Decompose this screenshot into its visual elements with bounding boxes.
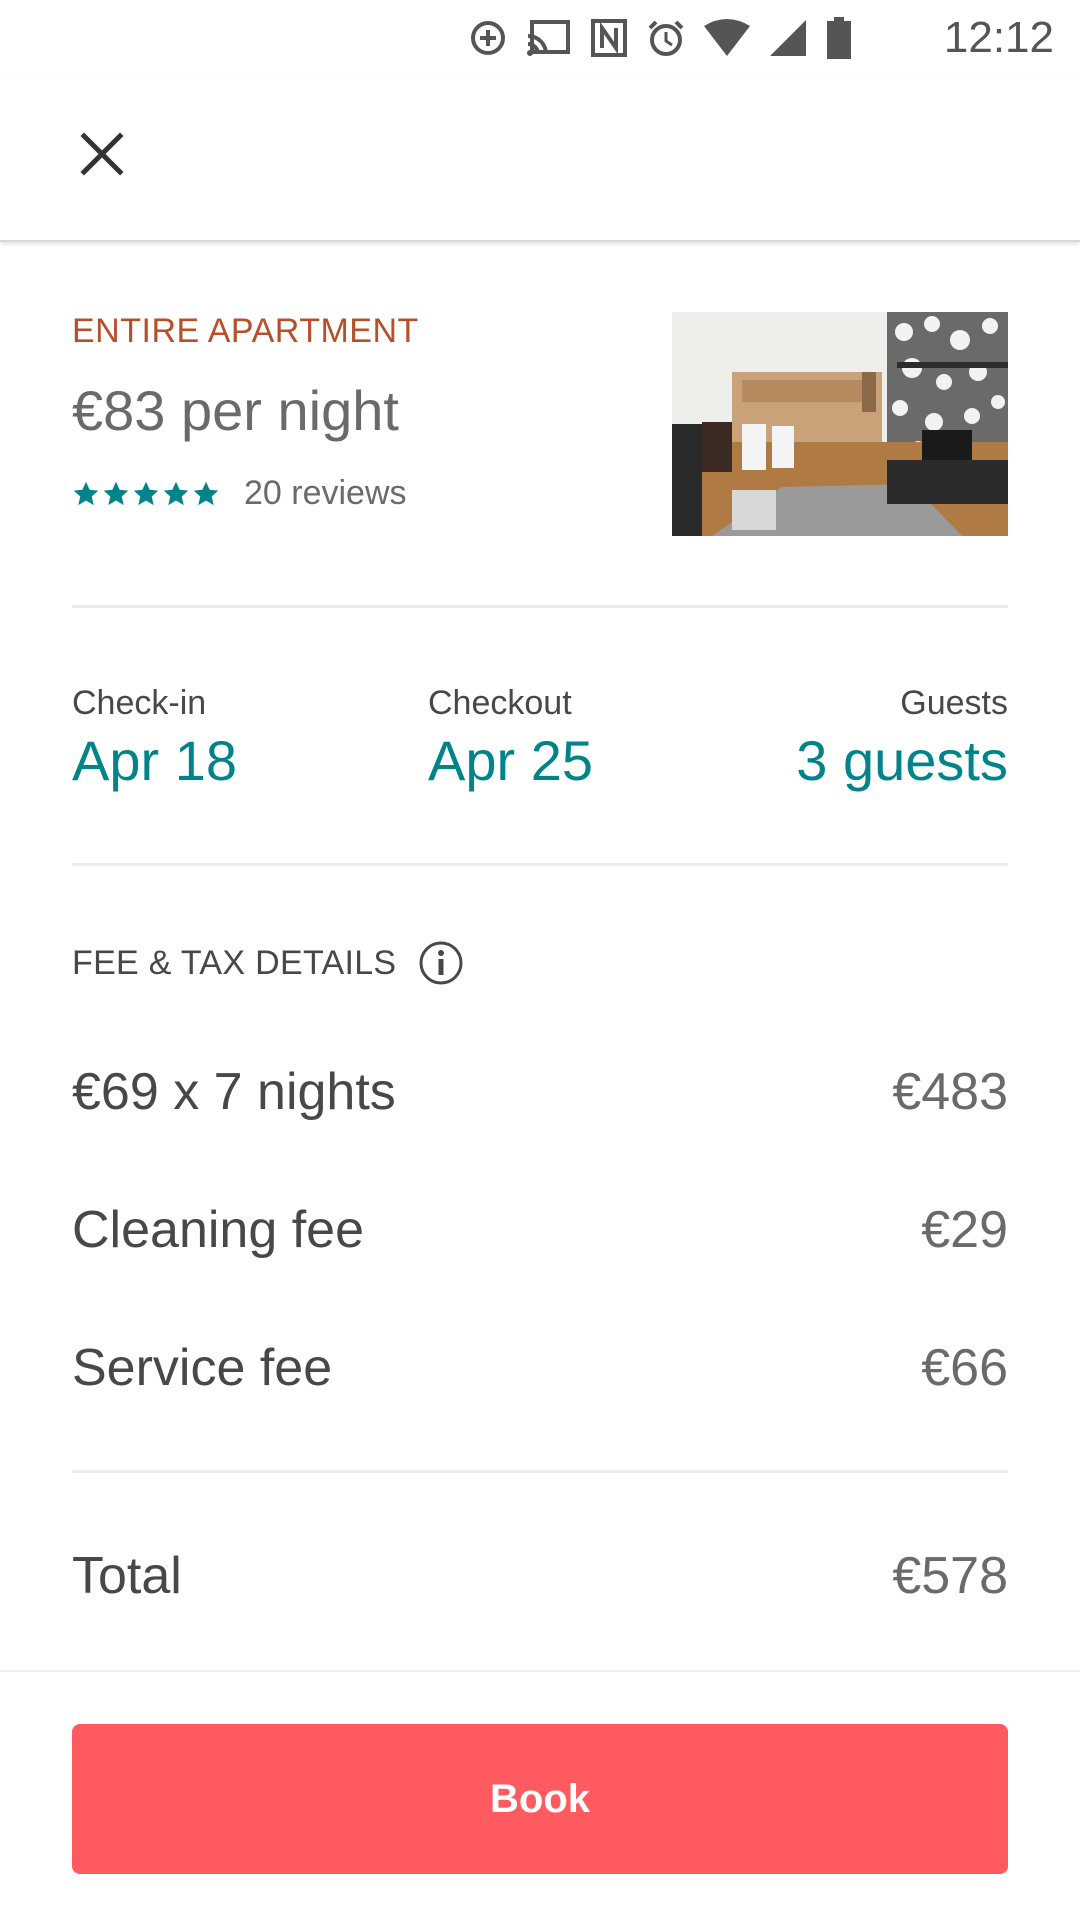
- wifi-icon: [704, 19, 750, 56]
- fee-row-amount: €483: [892, 1063, 1008, 1121]
- checkin-selector[interactable]: Check-in Apr 18: [72, 683, 237, 793]
- star-icon: [163, 481, 189, 505]
- alarm-icon: [648, 20, 684, 56]
- listing-type: ENTIRE APARTMENT: [72, 312, 419, 350]
- close-button[interactable]: [60, 112, 144, 196]
- status-bar: 12:12: [0, 0, 1080, 74]
- checkout-label: Checkout: [428, 684, 572, 722]
- star-icon: [193, 481, 219, 505]
- star-icon: [133, 481, 159, 505]
- data-saver-icon: [471, 21, 505, 55]
- cast-icon: [527, 20, 570, 56]
- checkin-label: Check-in: [72, 684, 207, 722]
- fee-row-label: Cleaning fee: [72, 1201, 364, 1259]
- cell-signal-icon: [770, 20, 806, 56]
- checkout-selector[interactable]: Checkout Apr 25: [428, 683, 593, 793]
- star-rating: [72, 480, 220, 508]
- star-icon: [73, 481, 99, 505]
- total-label: Total: [72, 1547, 182, 1605]
- fee-row-nights: €69 x 7 nights €483: [72, 1060, 1008, 1124]
- reviews-count: 20 reviews: [244, 474, 407, 512]
- info-icon[interactable]: [418, 940, 464, 986]
- listing-price: €83 per night: [72, 379, 399, 442]
- fee-row-label: €69 x 7 nights: [72, 1063, 396, 1121]
- fee-row-service: Service fee €66: [72, 1336, 1008, 1400]
- divider: [72, 1470, 1008, 1473]
- guests-label: Guests: [900, 684, 1008, 722]
- star-icon: [103, 481, 129, 505]
- apartment-photo[interactable]: [672, 312, 1008, 536]
- toolbar: [0, 74, 1080, 242]
- checkin-value[interactable]: Apr 18: [72, 729, 237, 793]
- fee-row-cleaning: Cleaning fee €29: [72, 1198, 1008, 1262]
- guests-value[interactable]: 3 guests: [796, 729, 1008, 793]
- fee-header-label: FEE & TAX DETAILS: [72, 943, 397, 982]
- status-icons: [468, 10, 852, 66]
- checkout-value[interactable]: Apr 25: [428, 729, 593, 793]
- close-icon: [80, 132, 124, 176]
- fee-row-label: Service fee: [72, 1339, 333, 1397]
- fee-row-amount: €66: [921, 1339, 1008, 1397]
- book-button[interactable]: Book: [72, 1724, 1008, 1874]
- total-amount: €578: [892, 1547, 1008, 1605]
- footer: Book: [0, 1670, 1080, 1922]
- fee-header: FEE & TAX DETAILS: [72, 940, 464, 986]
- apartment-photo-illustration: [672, 312, 1008, 536]
- battery-icon: [827, 17, 851, 59]
- rating-row: 20 reviews: [72, 474, 407, 513]
- guests-selector[interactable]: Guests 3 guests: [796, 683, 1008, 793]
- total-row: Total €578: [72, 1544, 1008, 1608]
- nfc-icon: [591, 19, 627, 57]
- divider: [72, 605, 1008, 608]
- fee-row-amount: €29: [921, 1201, 1008, 1259]
- divider: [72, 863, 1008, 866]
- status-time: 12:12: [943, 13, 1054, 62]
